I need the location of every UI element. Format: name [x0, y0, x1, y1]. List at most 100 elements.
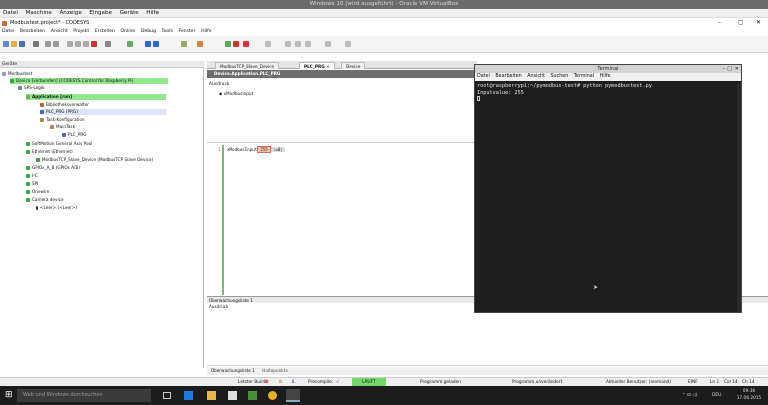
tree-node-sps-logik[interactable]: SPS-Logik — [18, 85, 44, 91]
delete-icon[interactable] — [91, 41, 97, 47]
prev-bookmark-icon[interactable] — [145, 41, 151, 47]
terminal-menu-bar: Datei Bearbeiten Ansicht Suchen Terminal… — [475, 73, 741, 81]
write-values-icon[interactable] — [325, 41, 331, 47]
menu-ansicht[interactable]: Ansicht — [49, 28, 70, 36]
tree-node-gpios[interactable]: GPIOs_A_B (GPIOs A/B) — [26, 165, 80, 171]
tree-node-project[interactable]: Modbustest — [2, 71, 32, 77]
new-icon[interactable] — [3, 41, 9, 47]
tree-node-plc-prg[interactable]: PLC_PRG (PRG) — [40, 109, 166, 115]
tree-node-i2c[interactable]: I²C — [26, 173, 38, 179]
close-icon[interactable]: ✕ — [756, 18, 761, 28]
vb-menu-eingabe[interactable]: Eingabe — [86, 9, 115, 18]
term-menu-hilfe[interactable]: Hilfe — [598, 73, 613, 81]
stop-icon[interactable] — [233, 41, 239, 47]
vb-menu-geraete[interactable]: Geräte — [117, 9, 142, 18]
terminal-window[interactable]: Terminal – □ ✕ Datei Bearbeiten Ansicht … — [474, 64, 742, 313]
tree-node-softmotion[interactable]: SoftMotion General Axis Pool — [26, 141, 92, 147]
reset-icon[interactable] — [243, 41, 249, 47]
tab-device[interactable]: Device — [341, 62, 366, 69]
paste-icon[interactable] — [83, 41, 89, 47]
taskbar-search-box[interactable]: Web und Windows durchsuchen — [17, 389, 151, 402]
tree-node-plc-prg-call[interactable]: PLC_PRG — [62, 132, 87, 138]
tree-node-device[interactable]: Device [verbunden] (CODESYS Control for … — [10, 78, 168, 84]
redo-icon[interactable] — [53, 41, 59, 47]
tab-modbus-slave-device[interactable]: ModbusTCP_Slave_Device — [215, 62, 280, 69]
vb-menu-maschine[interactable]: Maschine — [23, 9, 55, 18]
breakpoint-icon[interactable] — [265, 41, 271, 47]
menu-fenster[interactable]: Fenster — [176, 28, 197, 36]
menu-hilfe[interactable]: Hilfe — [199, 28, 213, 36]
codesys-taskbar-icon[interactable] — [286, 389, 300, 402]
force-values-icon[interactable] — [345, 41, 351, 47]
task-view-icon[interactable] — [163, 392, 171, 399]
tree-node-task-config[interactable]: Task-Konfiguration — [40, 117, 85, 123]
tab-plc-prg[interactable]: PLC_PRG ✕ — [299, 62, 335, 69]
tab-label: Device — [346, 64, 361, 69]
tree-label: SoftMotion General Axis Pool — [32, 141, 93, 146]
clock[interactable]: 09:36 17.08.2015 — [736, 388, 762, 402]
menu-projekt[interactable]: Projekt — [71, 28, 91, 36]
step-out-icon[interactable] — [305, 41, 311, 47]
term-menu-bearbeiten[interactable]: Bearbeiten — [493, 73, 523, 81]
next-bookmark-icon[interactable] — [153, 41, 159, 47]
terminal-maximize-icon[interactable]: □ — [727, 65, 732, 73]
tree-node-empty[interactable]: <Leer> (<Leer>) — [36, 205, 77, 211]
virtualbox-taskbar-icon[interactable] — [248, 391, 257, 400]
vb-menu-datei[interactable]: Datei — [0, 9, 21, 18]
tree-node-application[interactable]: Application [run] — [26, 94, 166, 100]
step-over-icon[interactable] — [285, 41, 291, 47]
vb-menu-hilfe[interactable]: Hilfe — [143, 9, 162, 18]
tab-watch-1[interactable]: Überwachungsliste 1 — [211, 368, 255, 373]
tree-node-onewire[interactable]: Onewire — [26, 189, 49, 195]
menu-datei[interactable]: Datei — [0, 28, 16, 36]
menu-online[interactable]: Online — [118, 28, 137, 36]
edge-icon[interactable] — [184, 391, 193, 400]
step-into-icon[interactable] — [295, 41, 301, 47]
minimize-icon[interactable]: – — [718, 18, 721, 28]
menu-erstellen[interactable]: Erstellen — [93, 28, 117, 36]
menu-bearbeiten[interactable]: Bearbeiten — [18, 28, 47, 36]
store-icon[interactable] — [228, 391, 237, 400]
term-menu-ansicht[interactable]: Ansicht — [525, 73, 547, 81]
undo-icon[interactable] — [45, 41, 51, 47]
explorer-icon[interactable] — [207, 391, 216, 400]
term-menu-terminal[interactable]: Terminal — [572, 73, 596, 81]
chrome-icon[interactable] — [268, 391, 277, 400]
decl-var-row[interactable]: ◆ xModbusInput — [219, 91, 253, 96]
tree-node-library[interactable]: Bibliotheksverwalter — [40, 102, 89, 108]
tree-node-ethernet[interactable]: Ethernet (Ethernet) — [26, 149, 73, 155]
terminal-minimize-icon[interactable]: – — [723, 65, 726, 73]
windows-start-icon[interactable]: ⊞ — [5, 391, 14, 400]
close-tab-icon[interactable]: ✕ — [326, 64, 330, 69]
tray-icons[interactable]: ⌃ ⊡ ◁) — [682, 386, 697, 405]
build-icon[interactable] — [181, 41, 187, 47]
tree-label: Ethernet (Ethernet) — [32, 149, 73, 154]
menu-tools[interactable]: Tools — [160, 28, 175, 36]
vb-menu-anzeige[interactable]: Anzeige — [56, 9, 84, 18]
save-icon[interactable] — [19, 41, 25, 47]
term-menu-datei[interactable]: Datei — [475, 73, 492, 81]
menu-debug[interactable]: Debug — [139, 28, 158, 36]
find-icon[interactable] — [105, 41, 111, 47]
copy-icon[interactable] — [75, 41, 81, 47]
language-indicator[interactable]: DEU — [712, 386, 721, 405]
print-icon[interactable] — [33, 41, 39, 47]
start-icon[interactable] — [225, 41, 231, 47]
terminal-output[interactable]: root@raspberrypi:~/pymodbus-test# python… — [477, 83, 739, 103]
term-menu-suchen[interactable]: Suchen — [548, 73, 570, 81]
terminal-scrollbar[interactable] — [737, 83, 741, 312]
login-icon[interactable] — [197, 41, 203, 47]
task-config-icon — [40, 118, 44, 122]
terminal-close-icon[interactable]: ✕ — [735, 65, 739, 73]
bookmark-icon[interactable] — [127, 41, 133, 47]
tree-node-spi[interactable]: SPI — [26, 181, 38, 187]
tab-breakpoints[interactable]: Haltepunkte — [262, 368, 288, 373]
open-icon[interactable] — [11, 41, 17, 47]
tree-label: Camera device — [32, 197, 64, 202]
maximize-icon[interactable]: ▢ — [738, 18, 744, 28]
tree-node-modbus-slave[interactable]: ModbusTCP_Slave_Device (ModbusTCP Slave … — [36, 157, 153, 163]
inline-monitor-value[interactable]: 255 — [257, 146, 271, 153]
tree-node-maintask[interactable]: MainTask — [50, 124, 75, 130]
tree-node-camera[interactable]: Camera device — [26, 197, 64, 203]
cut-icon[interactable] — [67, 41, 73, 47]
